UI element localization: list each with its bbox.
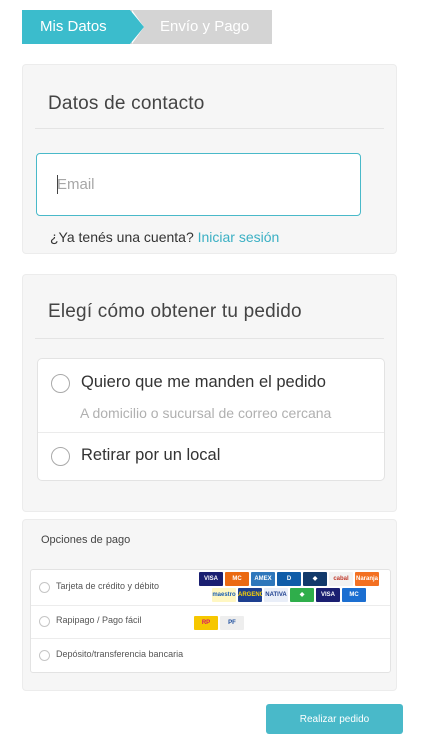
text-caret bbox=[57, 175, 58, 194]
delivery-title: Elegí cómo obtener tu pedido bbox=[48, 301, 302, 322]
cards-radio[interactable] bbox=[39, 582, 50, 593]
payment-option-cards[interactable]: Tarjeta de crédito y débito VISA MC AMEX D ◆… bbox=[31, 570, 390, 606]
diners-logo: D bbox=[277, 572, 301, 586]
card-logo: ◆ bbox=[290, 588, 314, 602]
card-logo: ◆ bbox=[303, 572, 327, 586]
mastercard-logo: MC bbox=[225, 572, 249, 586]
payment-title: Opciones de pago bbox=[41, 534, 131, 546]
naranja-logo: Naranja bbox=[355, 572, 379, 586]
step-mis-datos[interactable]: Mis Datos bbox=[22, 10, 144, 44]
shipping-sublabel: A domicilio o sucursal de correo cercana bbox=[80, 405, 332, 421]
card-logo: MC bbox=[342, 588, 366, 602]
amex-logo: AMEX bbox=[251, 572, 275, 586]
maestro-logo: maestro bbox=[212, 588, 236, 602]
pagofacil-logo: PF bbox=[220, 616, 244, 630]
delivery-panel: Elegí cómo obtener tu pedido Quiero que … bbox=[22, 274, 397, 512]
visa-logo: VISA bbox=[199, 572, 223, 586]
email-field[interactable] bbox=[36, 153, 361, 216]
place-order-button[interactable]: Realizar pedido bbox=[266, 704, 403, 734]
shipping-radio[interactable] bbox=[51, 374, 70, 393]
contact-panel: Datos de contacto ¿Ya tenés una cuenta? … bbox=[22, 64, 397, 254]
payment-panel: Opciones de pago Tarjeta de crédito y dé… bbox=[22, 519, 397, 691]
delivery-options: Quiero que me manden el pedido A domicil… bbox=[37, 358, 385, 481]
rapipago-logo: RP bbox=[194, 616, 218, 630]
nativa-logo: NATIVA bbox=[264, 588, 288, 602]
login-link[interactable]: Iniciar sesión bbox=[198, 229, 280, 245]
pickup-label: Retirar por un local bbox=[81, 446, 221, 464]
shipping-label: Quiero que me manden el pedido bbox=[81, 373, 326, 391]
account-line: ¿Ya tenés una cuenta? Iniciar sesión bbox=[50, 229, 279, 245]
cash-radio[interactable] bbox=[39, 616, 50, 627]
contact-divider bbox=[35, 128, 384, 129]
visa-logo: VISA bbox=[316, 588, 340, 602]
account-prompt: ¿Ya tenés una cuenta? bbox=[50, 229, 194, 245]
transfer-radio[interactable] bbox=[39, 650, 50, 661]
transfer-label: Depósito/transferencia bancaria bbox=[56, 649, 184, 659]
checkout-steps: Mis Datos Envío y Pago bbox=[22, 10, 272, 44]
payment-option-cash[interactable]: Rapipago / Pago fácil RP PF bbox=[31, 606, 390, 639]
cabal-logo: cabal bbox=[329, 572, 353, 586]
cards-label: Tarjeta de crédito y débito bbox=[56, 581, 160, 591]
payment-methods: Tarjeta de crédito y débito VISA MC AMEX D ◆… bbox=[30, 569, 391, 673]
step-envio-pago[interactable]: Envío y Pago bbox=[130, 10, 272, 44]
pickup-radio[interactable] bbox=[51, 447, 70, 466]
delivery-divider bbox=[35, 338, 384, 339]
cash-label: Rapipago / Pago fácil bbox=[56, 615, 142, 625]
option-divider bbox=[38, 432, 384, 433]
contact-title: Datos de contacto bbox=[48, 93, 205, 114]
argencard-logo: ARGENCARD bbox=[238, 588, 262, 602]
payment-option-transfer[interactable]: Depósito/transferencia bancaria bbox=[31, 639, 390, 673]
